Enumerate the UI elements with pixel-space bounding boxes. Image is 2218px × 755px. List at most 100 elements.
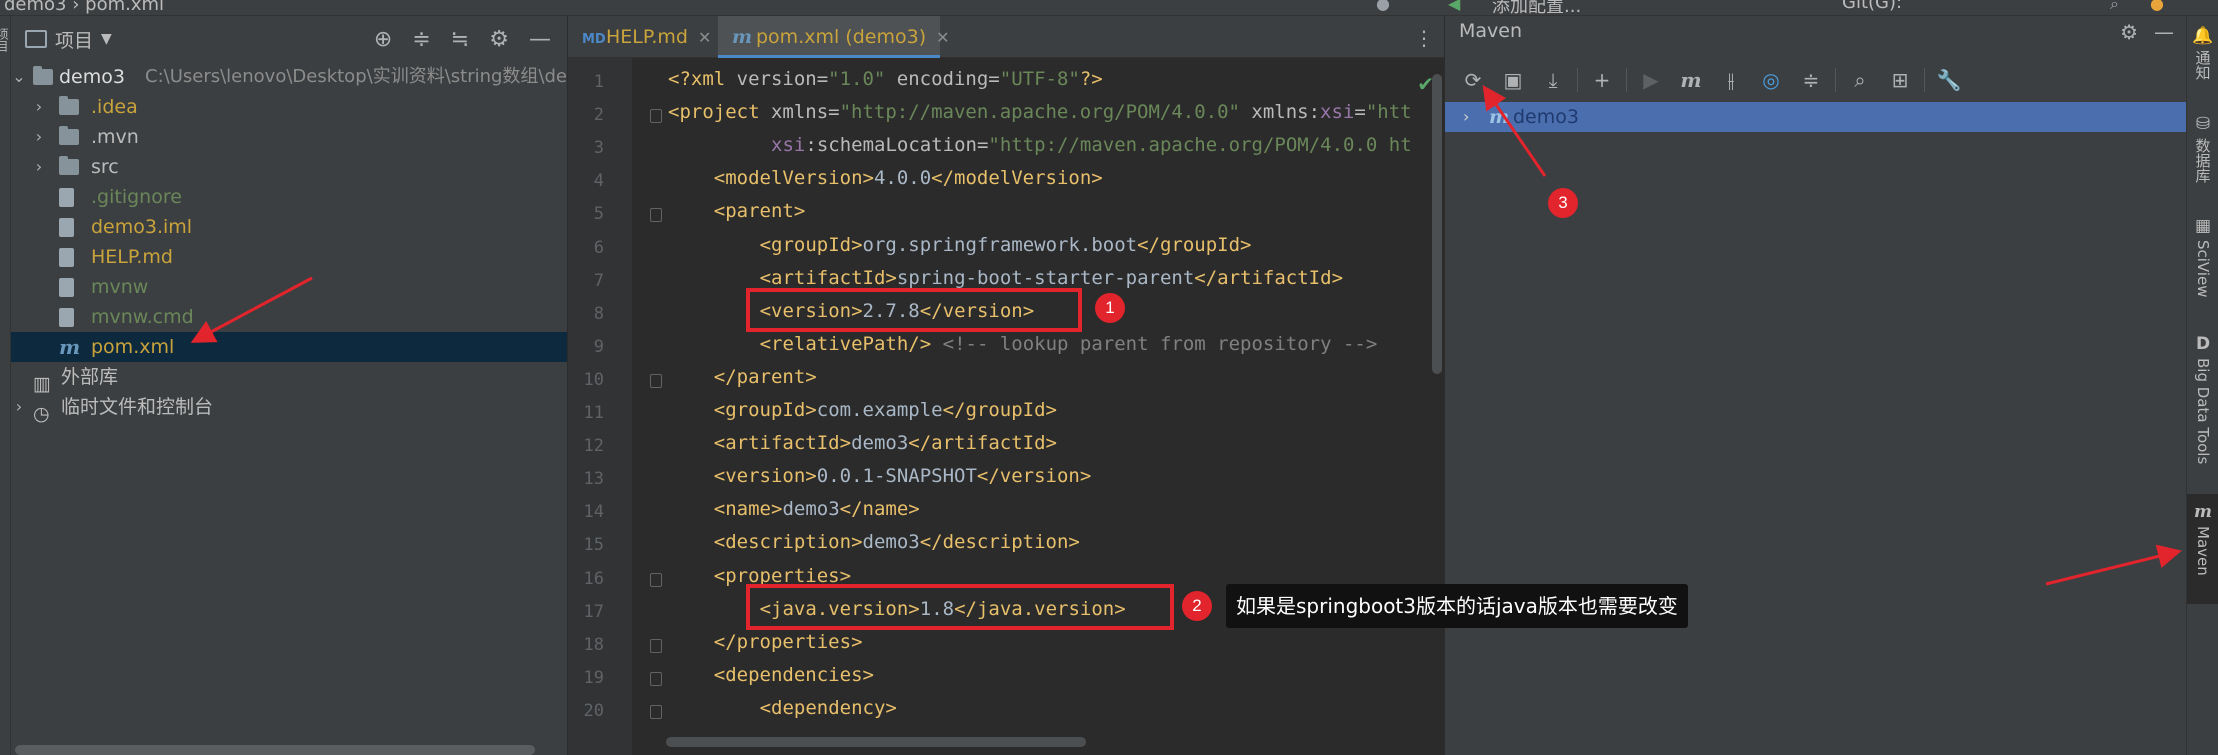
horizontal-scrollbar[interactable] [666,737,1086,747]
toolbar-separator [1577,68,1578,92]
chevron-down-icon[interactable]: ▼ [101,31,112,47]
vertical-scrollbar[interactable] [1432,74,1442,374]
tab-maven[interactable]: m Maven [2187,494,2218,604]
fold-icon[interactable] [650,208,662,223]
fold-icon[interactable] [650,572,662,587]
more-icon[interactable]: ⋮ [1414,26,1434,50]
chevron-right-icon[interactable]: › [31,152,47,182]
code-token: = [1354,101,1366,124]
analyze-icon[interactable]: ⌕ [1840,64,1880,96]
tree-item[interactable]: demo3.iml [11,212,567,242]
chevron-right-icon[interactable]: › [31,92,47,122]
maven-goal-icon[interactable]: m [1671,64,1711,96]
code-line: <name>demo3</name> [714,498,920,520]
code-token: "1.0" [828,68,886,90]
tree-external-libs[interactable]: ▥ 外部库 [11,362,567,395]
code-line: <?xml version="1.0" encoding="UTF-8"?> [668,68,1103,90]
updates-icon[interactable]: ● [2150,0,2166,13]
line-number: 20 [583,700,604,721]
maven-tree-row[interactable]: › m demo3 [1445,102,2187,132]
tab-pom-xml[interactable]: m pom.xml (demo3) ✕ [718,16,950,58]
code-token: encoding= [885,68,1000,90]
code-line: xsi:schemaLocation="http://maven.apache.… [771,134,1412,156]
code-token: </description> [919,531,1080,554]
tab-notifications[interactable]: 🔔 通知 [2187,26,2218,85]
code-token: "UTF-8" [999,68,1080,90]
tree-item[interactable]: › .mvn [11,122,567,152]
collapse-all-icon[interactable]: ≒ [451,27,469,52]
fold-icon[interactable] [650,373,662,388]
code-token: org.springframework.boot [862,233,1138,256]
tab-sciview[interactable]: ▦ SciView [2187,216,2218,303]
tab-big-data-tools[interactable]: D Big Data Tools [2187,334,2218,469]
close-icon[interactable]: ✕ [936,28,949,47]
horizontal-scrollbar[interactable] [15,745,535,755]
build-icon[interactable]: ◀ [1448,0,1464,13]
line-number: 6 [593,237,604,258]
tab-help-md[interactable]: MDHELP.md ✕ [568,16,718,58]
skip-tests-icon[interactable]: ◎ [1751,64,1791,96]
line-number: 14 [583,502,604,523]
reload-icon[interactable]: ⟳ [1453,64,1493,96]
highlight-box-version [746,288,1082,332]
fold-icon[interactable] [650,704,662,719]
left-tool-strip: 项目 [0,16,11,755]
show-deps-icon[interactable]: ⊞ [1880,64,1920,96]
expand-all-icon[interactable]: ≑ [412,27,430,52]
code-token: <project [668,101,771,124]
user-icon[interactable]: ● [1376,0,1392,13]
tree-item[interactable]: HELP.md [11,242,567,272]
project-tree: ⌄ demo3 C:\Users\lenovo\Desktop\实训资料\strin… [11,62,585,425]
run-icon[interactable]: ▶ [1631,64,1671,96]
annotation-tooltip: 如果是springboot3版本的话java版本也需要改变 [1226,584,1688,628]
tree-item[interactable]: .gitignore [11,182,567,212]
toolbar-separator [1835,68,1836,92]
code-token: xmlns= [770,101,840,124]
minimize-icon[interactable]: — [529,27,551,52]
fold-icon[interactable] [650,109,662,124]
fold-icon[interactable] [650,638,662,653]
wrench-icon[interactable]: 🔧 [1929,64,1969,96]
plus-icon[interactable]: + [1582,64,1622,96]
line-number: 18 [583,634,604,655]
chevron-down-icon[interactable]: ⌄ [11,62,27,92]
code-line: <description>demo3</description> [714,531,1080,553]
tree-item[interactable]: › .idea [11,92,567,122]
tree-item[interactable]: › src [11,152,567,182]
code-token: <relativePath/> [759,332,932,355]
tree-scratches[interactable]: › ◷ 临时文件和控制台 [11,392,567,425]
search-icon[interactable]: ⌕ [2110,0,2126,13]
chevron-right-icon[interactable]: › [31,122,47,152]
database-icon: ⛁ [2195,114,2211,134]
tree-item[interactable]: mvnw.cmd [11,302,567,332]
add-folder-icon[interactable]: ▣ [1493,64,1533,96]
chevron-right-icon[interactable]: › [11,392,27,422]
project-path: C:\Users\lenovo\Desktop\实训资料\string数组\de… [145,66,585,87]
breadcrumb[interactable]: demo3 › pom.xml [4,0,164,15]
line-number: 19 [583,667,604,688]
locate-icon[interactable]: ⊕ [374,27,392,52]
project-panel-title[interactable]: 项目 [55,26,93,53]
chevron-right-icon[interactable]: › [1463,102,1469,132]
toggle-offline-icon[interactable]: ⫲ [1711,64,1751,96]
close-icon[interactable]: ✕ [698,28,711,47]
download-icon[interactable]: ⤓ [1533,64,1573,96]
file-icon [59,308,74,327]
fold-icon[interactable] [650,671,662,686]
file-icon [59,248,74,267]
tab-database[interactable]: ⛁ 数据库 [2187,114,2218,188]
gear-icon[interactable]: ⚙ [2120,20,2138,44]
vcs-menu[interactable]: Git(G): [1842,0,1902,13]
collapse-icon[interactable]: ≑ [1791,64,1831,96]
module-folder-icon [33,66,53,85]
tree-item-label: HELP.md [91,246,173,268]
code-token: spring-boot-starter-parent [896,266,1195,289]
minimize-icon[interactable]: — [2154,20,2174,44]
project-tool-tab[interactable]: 项目 [0,28,11,52]
tree-item[interactable]: m pom.xml [11,332,567,362]
gear-icon[interactable]: ⚙ [489,27,509,52]
library-icon: ▥ [33,373,51,395]
tree-item[interactable]: mvnw [11,272,567,302]
tree-root-demo3[interactable]: ⌄ demo3 C:\Users\lenovo\Desktop\实训资料\strin… [11,62,585,92]
line-number: 9 [593,336,604,357]
